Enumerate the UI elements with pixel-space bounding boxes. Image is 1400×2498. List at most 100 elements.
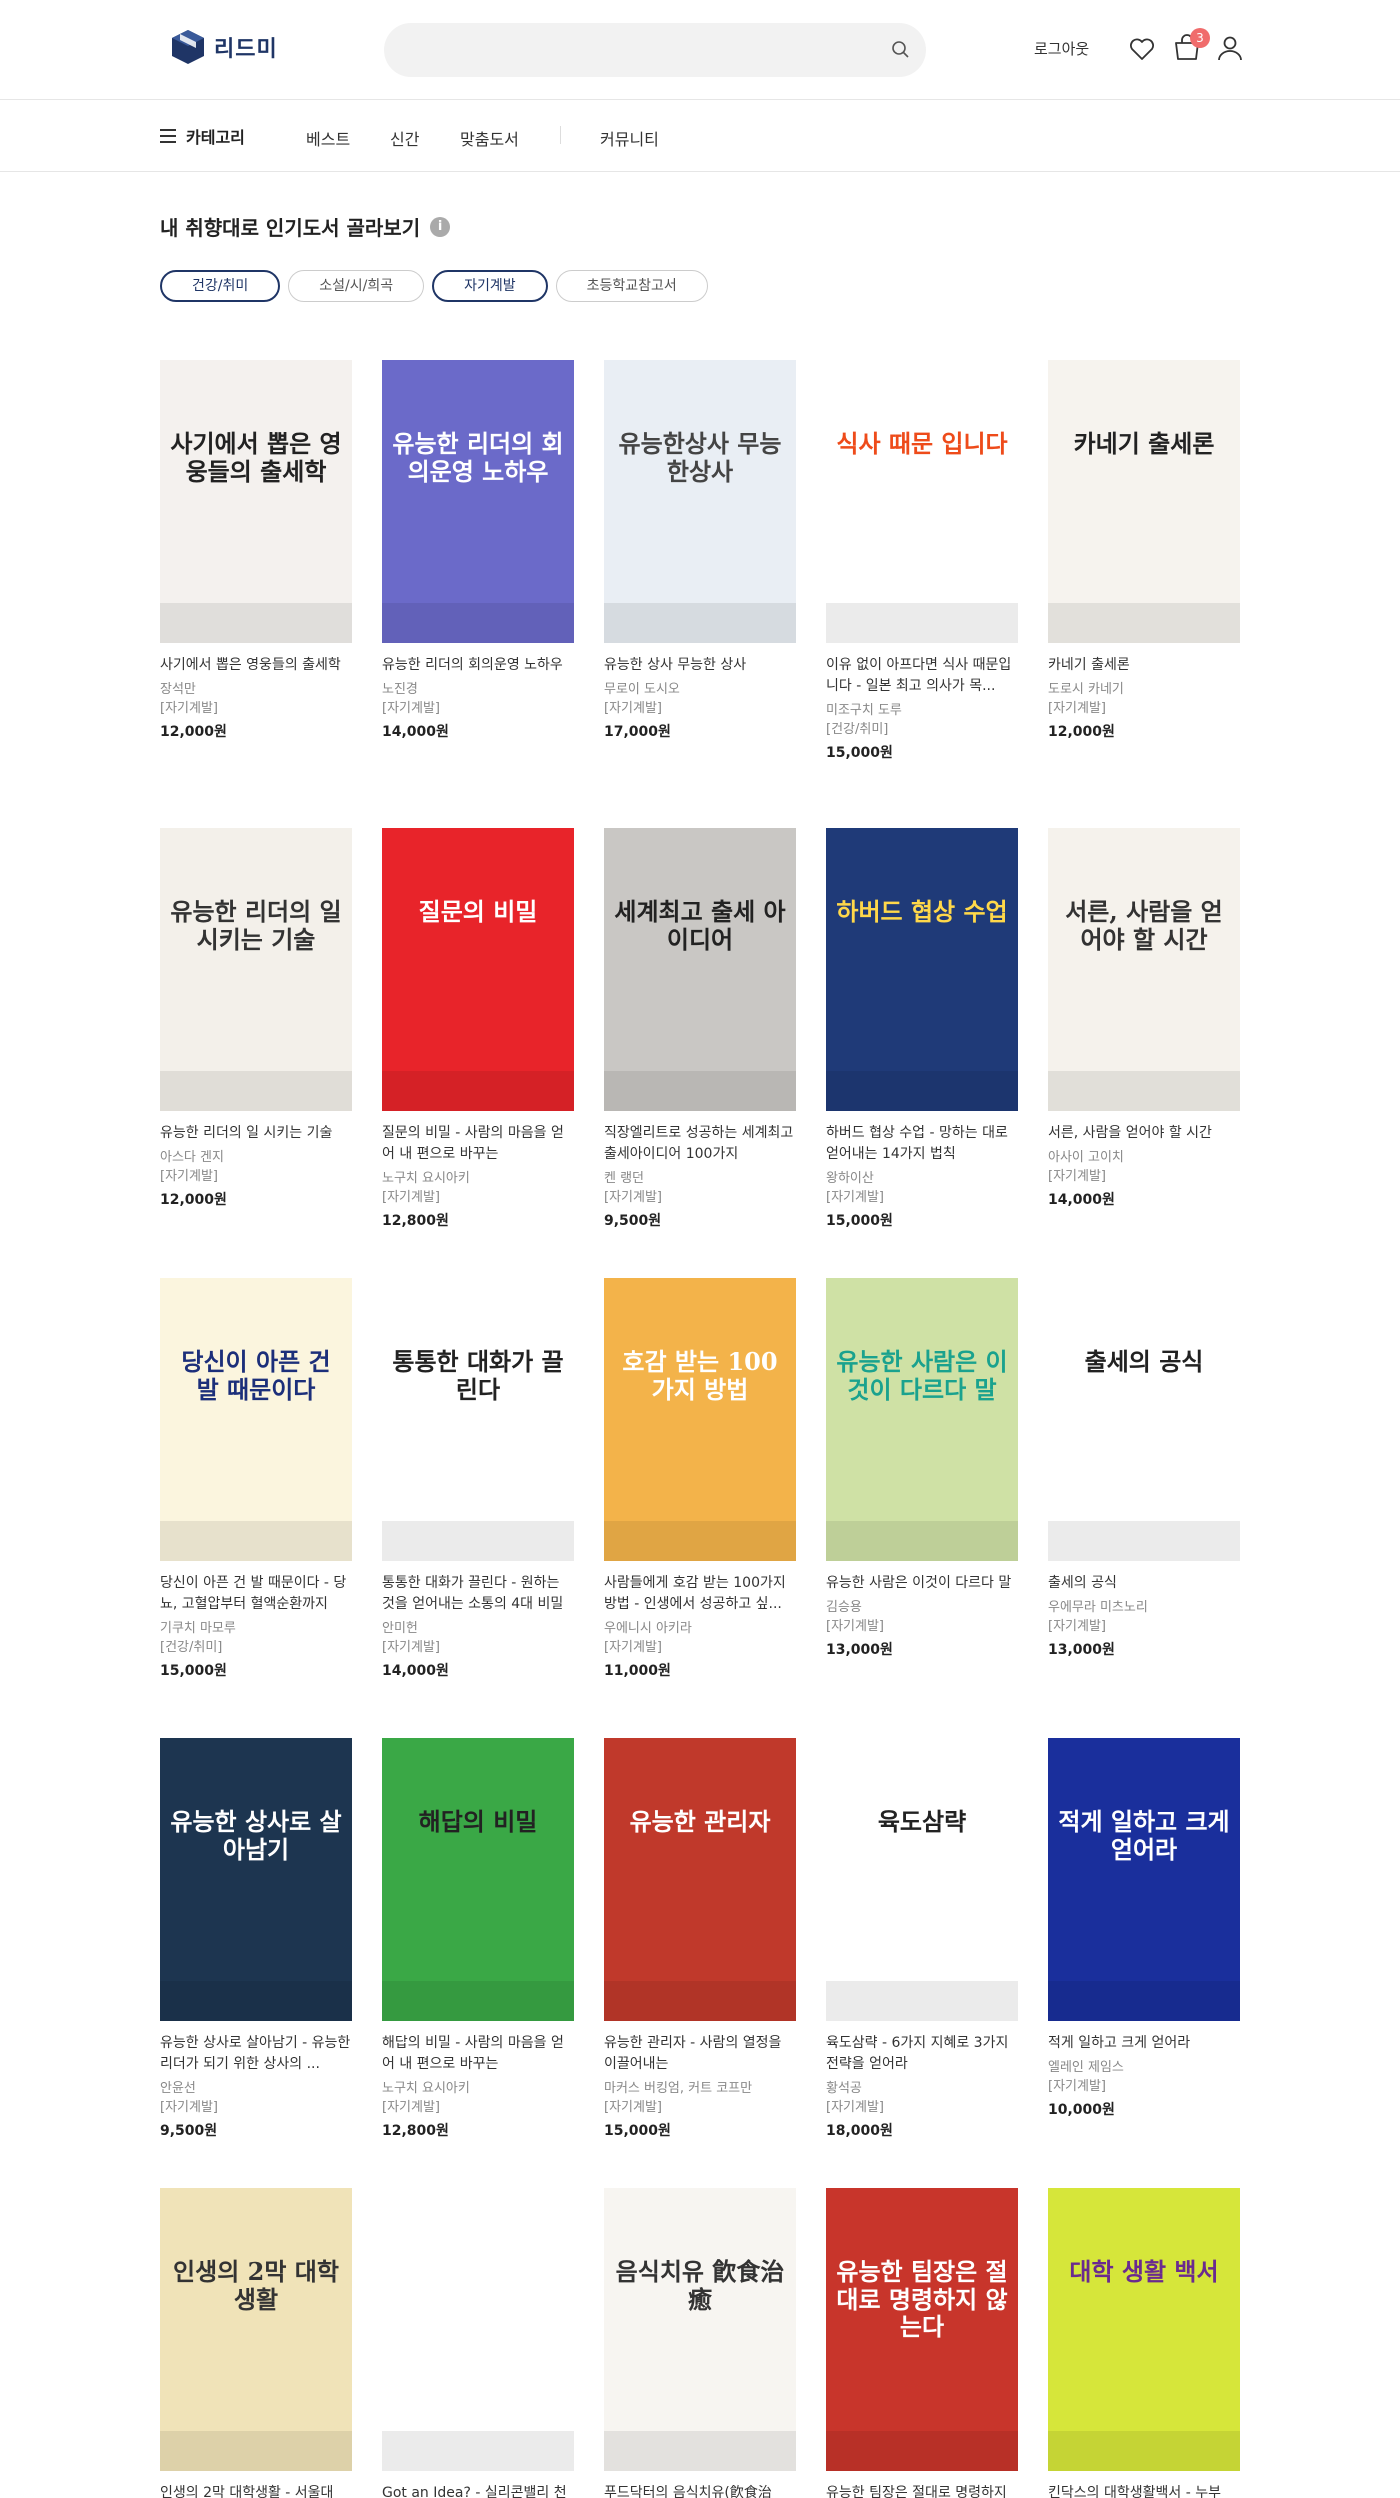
book-cover[interactable]: 적게 일하고 크게 얻어라	[1048, 1738, 1240, 2021]
book-cover[interactable]: 유능한 관리자	[604, 1738, 796, 2021]
book-cover[interactable]: 식사 때문 입니다	[826, 360, 1018, 643]
book-card[interactable]: 인생의 2막 대학생활인생의 2막 대학생활 - 서울대	[160, 2188, 352, 2498]
book-title[interactable]: 푸드닥터의 음식치유(飮食治	[604, 2483, 796, 2498]
book-card[interactable]: 유능한 상사로 살아남기유능한 상사로 살아남기 - 유능한 리더가 되기 위한…	[160, 1738, 352, 2141]
book-card[interactable]: 유능한 사람은 이것이 다르다 말 유능한 사람은 이것이 다르다 말 김승용 [자기…	[826, 1278, 1018, 1660]
book-card[interactable]: 유능한 리더의 회의운영 노하우 유능한 리더의 회의운영 노하우 노진경 [자기계발…	[382, 360, 574, 742]
book-title[interactable]: 이유 없이 아프다면 식사 때문입니다 - 일본 최고 의사가 목...	[826, 655, 1018, 697]
book-title[interactable]: 사람들에게 호감 받는 100가지 방법 - 인생에서 성공하고 싶...	[604, 1573, 796, 1615]
book-card[interactable]: 사기에서 뽑은 영웅들의 출세학 사기에서 뽑은 영웅들의 출세학 장석만 [자기계발…	[160, 360, 352, 742]
book-title[interactable]: 하버드 협상 수업 - 망하는 대로 얻어내는 14가지 법칙	[826, 1123, 1018, 1165]
filter-chip-self-help[interactable]: 자기계발	[432, 270, 548, 302]
book-title[interactable]: 유능한 리더의 회의운영 노하우	[382, 655, 574, 676]
book-cover[interactable]: 유능한 리더의 회의운영 노하우	[382, 360, 574, 643]
book-title[interactable]: 유능한 관리자 - 사람의 열정을 이끌어내는	[604, 2033, 796, 2075]
book-title[interactable]: 적게 일하고 크게 얻어라	[1048, 2033, 1240, 2054]
book-genre: [자기계발]	[1048, 2079, 1106, 2094]
book-cover[interactable]: 음식치유 飮食治癒	[604, 2188, 796, 2471]
book-cover[interactable]: 유능한상사 무능한상사	[604, 360, 796, 643]
book-cover[interactable]: 호감 받는 100가지 방법	[604, 1278, 796, 1561]
book-title[interactable]: 당신이 아픈 건 발 때문이다 - 당뇨, 고혈압부터 혈액순환까지	[160, 1573, 352, 1615]
book-card[interactable]: 유능한 관리자 유능한 관리자 - 사람의 열정을 이끌어내는 마커스 버킹엄, 커…	[604, 1738, 796, 2141]
logout-link[interactable]: 로그아웃	[1034, 38, 1089, 59]
logo[interactable]: 리드미	[170, 28, 278, 66]
book-cover[interactable]	[382, 2188, 574, 2471]
book-card[interactable]: 질문의 비밀 질문의 비밀 - 사람의 마음을 얻어 내 편으로 바꾸는 노구치 요…	[382, 828, 574, 1231]
book-title[interactable]: 킨닥스의 대학생활백서 - 누부	[1048, 2483, 1240, 2498]
book-cover[interactable]: 서른, 사람을 얻어야 할 시간	[1048, 828, 1240, 1111]
book-card[interactable]: Got an Idea? - 실리콘밸리 천	[382, 2188, 574, 2498]
book-card[interactable]: 대학 생활 백서킨닥스의 대학생활백서 - 누부	[1048, 2188, 1240, 2498]
book-card[interactable]: 육도삼략 육도삼략 - 6가지 지혜로 3가지 전략을 얻어라 황석공 [자기계발] 1…	[826, 1738, 1018, 2141]
book-card[interactable]: 하버드 협상 수업하버드 협상 수업 - 망하는 대로 얻어내는 14가지 법칙…	[826, 828, 1018, 1231]
book-cover[interactable]: 사기에서 뽑은 영웅들의 출세학	[160, 360, 352, 643]
book-cover[interactable]: 유능한 팀장은 절대로 명령하지 않는다	[826, 2188, 1018, 2471]
book-card[interactable]: 식사 때문 입니다이유 없이 아프다면 식사 때문입니다 - 일본 최고 의사가…	[826, 360, 1018, 763]
book-author: 엘레인 제임스	[1048, 2060, 1124, 2075]
category-menu-button[interactable]: 카테고리	[160, 124, 245, 148]
book-title[interactable]: 카네기 출세론	[1048, 655, 1240, 676]
book-cover[interactable]: 카네기 출세론	[1048, 360, 1240, 643]
book-title[interactable]: 출세의 공식	[1048, 1573, 1240, 1594]
book-title[interactable]: 직장엘리트로 성공하는 세계최고 출세아이디어 100가지	[604, 1123, 796, 1165]
book-card[interactable]: 유능한상사 무능한상사 유능한 상사 무능한 상사 무로이 도시오 [자기계발] 17,…	[604, 360, 796, 742]
book-price: 9,500원	[160, 2123, 218, 2139]
book-cover[interactable]: 육도삼략	[826, 1738, 1018, 2021]
book-cover[interactable]: 유능한 사람은 이것이 다르다 말	[826, 1278, 1018, 1561]
nav-recommended[interactable]: 맞춤도서	[460, 126, 519, 150]
cover-band	[1048, 2431, 1240, 2471]
search-input[interactable]	[384, 23, 926, 77]
book-title[interactable]: 서른, 사람을 얻어야 할 시간	[1048, 1123, 1240, 1144]
section-title: 내 취향대로 인기도서 골라보기 i	[160, 212, 451, 241]
book-title[interactable]: 해답의 비밀 - 사람의 마음을 얻어 내 편으로 바꾸는	[382, 2033, 574, 2075]
book-cover[interactable]: 질문의 비밀	[382, 828, 574, 1111]
heart-icon[interactable]	[1128, 35, 1156, 63]
book-title[interactable]: 유능한 상사로 살아남기 - 유능한 리더가 되기 위한 상사의 ...	[160, 2033, 352, 2075]
book-title[interactable]: 질문의 비밀 - 사람의 마음을 얻어 내 편으로 바꾸는	[382, 1123, 574, 1165]
book-title[interactable]: 유능한 팀장은 절대로 명령하지	[826, 2483, 1018, 2498]
filter-chip-elementary[interactable]: 초등학교참고서	[555, 270, 708, 302]
book-card[interactable]: 세계최고 출세 아이디어직장엘리트로 성공하는 세계최고 출세아이디어 100가…	[604, 828, 796, 1231]
filter-chip-health[interactable]: 건강/취미	[160, 270, 281, 302]
search-icon[interactable]	[890, 39, 912, 61]
book-cover[interactable]: 유능한 상사로 살아남기	[160, 1738, 352, 2021]
book-card[interactable]: 해답의 비밀 해답의 비밀 - 사람의 마음을 얻어 내 편으로 바꾸는 노구치 요…	[382, 1738, 574, 2141]
book-title[interactable]: 유능한 리더의 일 시키는 기술	[160, 1123, 352, 1144]
book-price: 12,000원	[1048, 724, 1115, 740]
filter-chip-fiction[interactable]: 소설/시/희곡	[288, 270, 425, 302]
book-cover[interactable]: 통통한 대화가 끌린다	[382, 1278, 574, 1561]
book-card[interactable]: 통통한 대화가 끌린다통통한 대화가 끌린다 - 원하는 것을 얻어내는 소통의…	[382, 1278, 574, 1681]
book-card[interactable]: 카네기 출세론 카네기 출세론 도로시 카네기 [자기계발] 12,000원	[1048, 360, 1240, 742]
book-title[interactable]: Got an Idea? - 실리콘밸리 천	[382, 2483, 574, 2498]
book-card[interactable]: 호감 받는 100가지 방법사람들에게 호감 받는 100가지 방법 - 인생에…	[604, 1278, 796, 1681]
book-cover[interactable]: 세계최고 출세 아이디어	[604, 828, 796, 1111]
book-card[interactable]: 적게 일하고 크게 얻어라 적게 일하고 크게 얻어라 엘레인 제임스 [자기계발] 1…	[1048, 1738, 1240, 2120]
cover-band	[160, 603, 352, 643]
book-cover[interactable]: 대학 생활 백서	[1048, 2188, 1240, 2471]
book-card[interactable]: 출세의 공식 출세의 공식 우에무라 미츠노리 [자기계발] 13,000원	[1048, 1278, 1240, 1660]
book-card[interactable]: 음식치유 飮食治癒 푸드닥터의 음식치유(飮食治	[604, 2188, 796, 2498]
book-title[interactable]: 통통한 대화가 끌린다 - 원하는 것을 얻어내는 소통의 4대 비밀	[382, 1573, 574, 1615]
nav-best[interactable]: 베스트	[306, 126, 350, 150]
book-card[interactable]: 유능한 리더의 일 시키는 기술 유능한 리더의 일 시키는 기술 아스다 겐지 [자…	[160, 828, 352, 1210]
book-cover[interactable]: 하버드 협상 수업	[826, 828, 1018, 1111]
book-title[interactable]: 사기에서 뽑은 영웅들의 출세학	[160, 655, 352, 676]
nav-divider	[560, 126, 561, 144]
user-icon[interactable]	[1216, 34, 1244, 62]
info-icon[interactable]: i	[430, 216, 451, 237]
nav-community[interactable]: 커뮤니티	[600, 126, 659, 150]
book-genre: [자기계발]	[160, 701, 218, 716]
book-cover[interactable]: 해답의 비밀	[382, 1738, 574, 2021]
book-card[interactable]: 서른, 사람을 얻어야 할 시간 서른, 사람을 얻어야 할 시간 아사이 고이치[…	[1048, 828, 1240, 1210]
book-title[interactable]: 유능한 상사 무능한 상사	[604, 655, 796, 676]
book-cover[interactable]: 인생의 2막 대학생활	[160, 2188, 352, 2471]
book-title[interactable]: 인생의 2막 대학생활 - 서울대	[160, 2483, 352, 2498]
book-card[interactable]: 유능한 팀장은 절대로 명령하지 않는다유능한 팀장은 절대로 명령하지	[826, 2188, 1018, 2498]
nav-new[interactable]: 신간	[390, 126, 419, 150]
book-cover[interactable]: 출세의 공식	[1048, 1278, 1240, 1561]
book-cover[interactable]: 당신이 아픈 건 발 때문이다	[160, 1278, 352, 1561]
book-title[interactable]: 유능한 사람은 이것이 다르다 말	[826, 1573, 1018, 1594]
book-card[interactable]: 당신이 아픈 건 발 때문이다당신이 아픈 건 발 때문이다 - 당뇨, 고혈압…	[160, 1278, 352, 1681]
book-title[interactable]: 육도삼략 - 6가지 지혜로 3가지 전략을 얻어라	[826, 2033, 1018, 2075]
book-cover[interactable]: 유능한 리더의 일 시키는 기술	[160, 828, 352, 1111]
